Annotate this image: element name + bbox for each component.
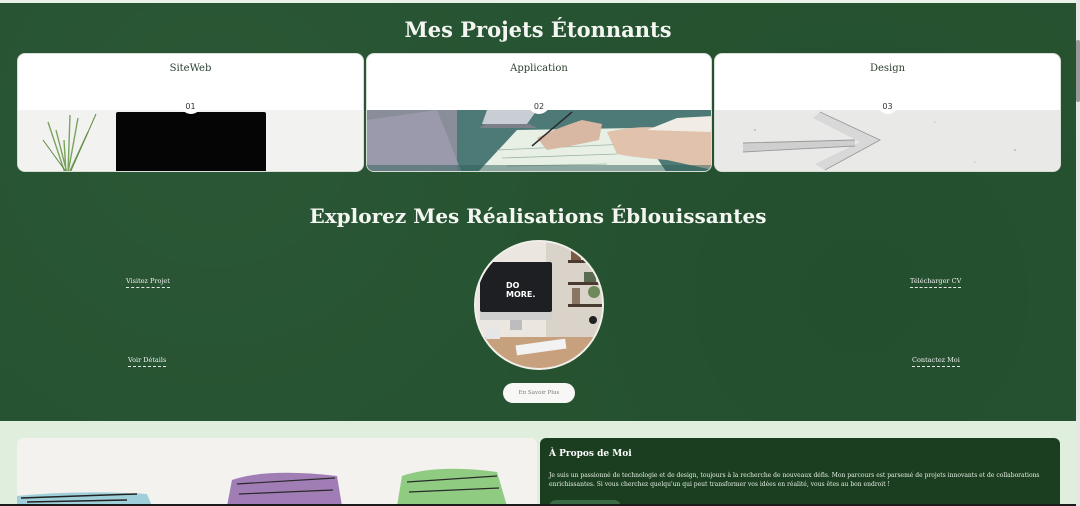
- project-card-siteweb[interactable]: SiteWeb 01: [17, 53, 364, 172]
- imac-desk-image: DO MORE.: [476, 242, 602, 368]
- about-text: Je suis un passionné de technologie et d…: [549, 472, 1040, 488]
- workspace-photo: DO MORE.: [474, 240, 604, 370]
- monitor-plant-image: [18, 110, 363, 171]
- scrollbar[interactable]: [1076, 0, 1080, 506]
- project-card-design[interactable]: Design 03: [714, 53, 1061, 172]
- about-title: À Propos de Moi: [549, 449, 632, 459]
- about-card: À Propos de Moi Je suis un passionné de …: [540, 438, 1060, 506]
- projects-title: Mes Projets Étonnants: [404, 17, 672, 42]
- projects-section: Mes Projets Étonnants SiteWeb 01 Applica…: [0, 3, 1076, 421]
- card-title: SiteWeb: [169, 63, 212, 74]
- visit-project-link[interactable]: Visitez Projet: [126, 277, 170, 288]
- concrete-arrow-image: [715, 110, 1060, 171]
- learn-more-button[interactable]: En Savoir Plus: [503, 383, 575, 403]
- view-details-link[interactable]: Voir Détails: [128, 356, 167, 367]
- card-title: Design: [869, 63, 906, 74]
- download-cv-link[interactable]: Télécharger CV: [910, 277, 962, 288]
- contact-me-link[interactable]: Contactez Moi: [912, 356, 960, 367]
- card-title: Application: [510, 63, 568, 74]
- card-image: [18, 110, 363, 171]
- desk-hands-image: [367, 110, 711, 171]
- card-image: [367, 110, 711, 171]
- explore-title: Explorez Mes Réalisations Éblouissantes: [309, 204, 767, 228]
- watercolor-illustration: [17, 438, 537, 506]
- project-card-application[interactable]: Application 02: [366, 53, 712, 172]
- scrollbar-thumb[interactable]: [1076, 40, 1080, 102]
- card-image: [715, 110, 1060, 171]
- about-illustration: [17, 438, 537, 506]
